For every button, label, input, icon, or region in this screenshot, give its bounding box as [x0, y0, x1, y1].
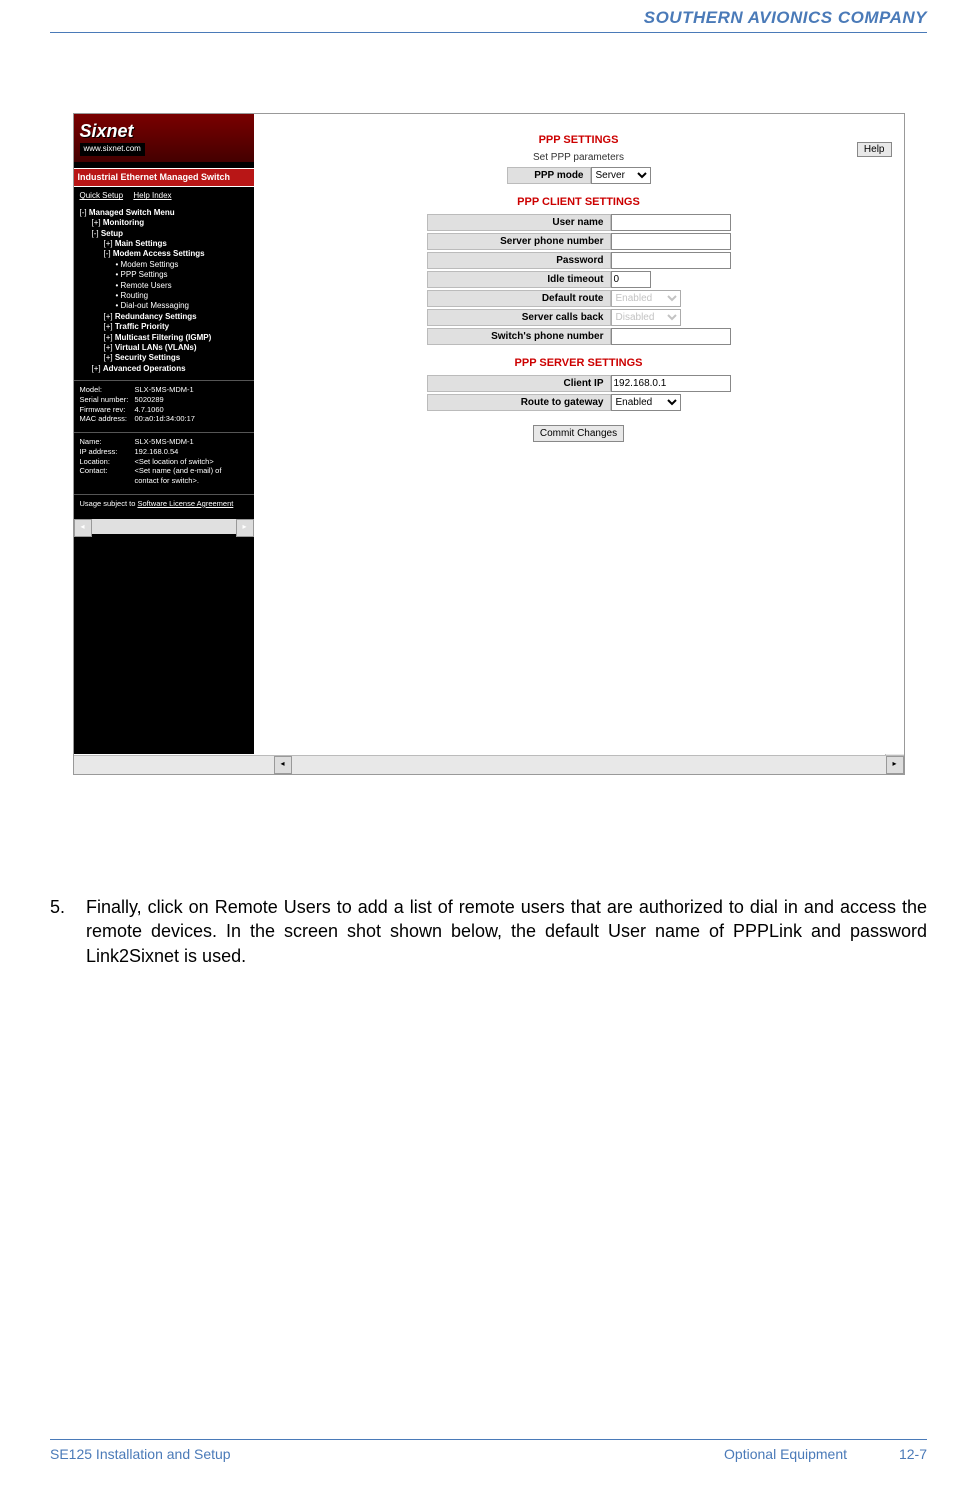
license-prefix: Usage subject to	[80, 499, 138, 508]
server-phone-label: Server phone number	[427, 233, 611, 250]
username-input[interactable]	[611, 214, 731, 231]
default-route-select: Enabled	[611, 290, 681, 307]
contact-label: Contact:	[80, 466, 135, 486]
fw-label: Firmware rev:	[80, 405, 135, 415]
nav-tree: Managed Switch Menu Monitoring Setup Mai…	[74, 206, 254, 376]
tree-security[interactable]: Security Settings	[80, 353, 248, 363]
help-button[interactable]: Help	[857, 142, 892, 157]
footer-center: Optional Equipment	[724, 1446, 847, 1462]
password-label: Password	[427, 252, 611, 269]
idle-timeout-input[interactable]	[611, 271, 651, 288]
ppp-client-title: PPP CLIENT SETTINGS	[266, 196, 892, 208]
sidebar-banner: Industrial Ethernet Managed Switch	[74, 168, 254, 188]
instruction-step: 5. Finally, click on Remote Users to add…	[50, 895, 927, 968]
tree-ppp-settings[interactable]: PPP Settings	[80, 270, 248, 280]
contact-value: <Set name (and e-mail) of contact for sw…	[135, 466, 248, 486]
main-content: Help PPP SETTINGS Set PPP parameters PPP…	[254, 114, 904, 754]
model-label: Model:	[80, 385, 135, 395]
tree-advanced[interactable]: Advanced Operations	[80, 364, 248, 374]
license-link[interactable]: Software License Agreement	[137, 499, 233, 508]
loc-value: <Set location of switch>	[135, 457, 214, 467]
model-value: SLX-5MS-MDM-1	[135, 385, 194, 395]
scroll-left-main-icon[interactable]: ◂	[274, 756, 292, 774]
loc-label: Location:	[80, 457, 135, 467]
logo-brand: Sixnet	[80, 120, 248, 143]
tree-dialout[interactable]: Dial-out Messaging	[80, 301, 248, 311]
sidebar-scrollbar[interactable]: ◂ ▸	[74, 519, 254, 534]
callback-label: Server calls back	[427, 309, 611, 326]
idle-timeout-label: Idle timeout	[427, 271, 611, 288]
tree-setup[interactable]: Setup	[80, 229, 248, 239]
default-route-label: Default route	[427, 290, 611, 307]
tree-vlans[interactable]: Virtual LANs (VLANs)	[80, 343, 248, 353]
ppp-settings-subtitle: Set PPP parameters	[266, 152, 892, 163]
device-info-1: Model:SLX-5MS-MDM-1 Serial number:502028…	[74, 380, 254, 428]
device-info-2: Name:SLX-5MS-MDM-1 IP address:192.168.0.…	[74, 432, 254, 490]
fw-value: 4.7.1060	[135, 405, 164, 415]
tree-routing[interactable]: Routing	[80, 291, 248, 301]
gateway-select[interactable]: Enabled	[611, 394, 681, 411]
ppp-mode-select[interactable]: Server	[591, 167, 651, 184]
mac-value: 00:a0:1d:34:00:17	[135, 414, 195, 424]
step-text: Finally, click on Remote Users to add a …	[86, 895, 927, 968]
screenshot-container: ▴ Sixnet www.sixnet.com Industrial Ether…	[73, 113, 905, 775]
license-block: Usage subject to Software License Agreem…	[74, 494, 254, 513]
ip-label: IP address:	[80, 447, 135, 457]
page-header: SOUTHERN AVIONICS COMPANY	[50, 0, 927, 33]
password-input[interactable]	[611, 252, 731, 269]
tree-remote-users[interactable]: Remote Users	[80, 281, 248, 291]
logo: Sixnet www.sixnet.com	[74, 114, 254, 162]
quick-setup-link[interactable]: Quick Setup	[80, 191, 124, 200]
help-index-link[interactable]: Help Index	[133, 191, 171, 200]
tree-main-settings[interactable]: Main Settings	[80, 239, 248, 249]
tree-monitoring[interactable]: Monitoring	[80, 218, 248, 228]
ppp-mode-label: PPP mode	[507, 167, 591, 184]
switch-phone-label: Switch's phone number	[427, 328, 611, 345]
sidebar: Sixnet www.sixnet.com Industrial Etherne…	[74, 114, 254, 754]
company-name: SOUTHERN AVIONICS COMPANY	[644, 8, 927, 27]
commit-button[interactable]: Commit Changes	[533, 425, 624, 442]
tree-modem-access[interactable]: Modem Access Settings	[80, 249, 248, 259]
ppp-server-title: PPP SERVER SETTINGS	[266, 357, 892, 369]
name-label: Name:	[80, 437, 135, 447]
ip-value: 192.168.0.54	[135, 447, 179, 457]
horizontal-scrollbar[interactable]: ◂ ▸	[74, 755, 904, 774]
logo-url: www.sixnet.com	[80, 143, 145, 155]
switch-phone-input[interactable]	[611, 328, 731, 345]
gateway-label: Route to gateway	[427, 394, 611, 411]
mac-label: MAC address:	[80, 414, 135, 424]
serial-label: Serial number:	[80, 395, 135, 405]
scroll-right-icon[interactable]: ▸	[236, 519, 254, 537]
sidebar-nav-links: Quick Setup Help Index	[74, 187, 254, 205]
page-footer: SE125 Installation and Setup Optional Eq…	[50, 1439, 927, 1462]
tree-root[interactable]: Managed Switch Menu	[80, 208, 248, 218]
username-label: User name	[427, 214, 611, 231]
step-number: 5.	[50, 895, 86, 968]
callback-select: Disabled	[611, 309, 681, 326]
footer-left: SE125 Installation and Setup	[50, 1446, 231, 1462]
scroll-left-icon[interactable]: ◂	[74, 519, 92, 537]
tree-redundancy[interactable]: Redundancy Settings	[80, 312, 248, 322]
ppp-settings-title: PPP SETTINGS	[266, 134, 892, 146]
tree-modem-settings[interactable]: Modem Settings	[80, 260, 248, 270]
scroll-right-main-icon[interactable]: ▸	[886, 756, 904, 774]
footer-page-number: 12-7	[899, 1446, 927, 1462]
tree-traffic[interactable]: Traffic Priority	[80, 322, 248, 332]
client-ip-input[interactable]	[611, 375, 731, 392]
serial-value: 5020289	[135, 395, 164, 405]
tree-multicast[interactable]: Multicast Filtering (IGMP)	[80, 333, 248, 343]
name-value: SLX-5MS-MDM-1	[135, 437, 194, 447]
client-ip-label: Client IP	[427, 375, 611, 392]
server-phone-input[interactable]	[611, 233, 731, 250]
